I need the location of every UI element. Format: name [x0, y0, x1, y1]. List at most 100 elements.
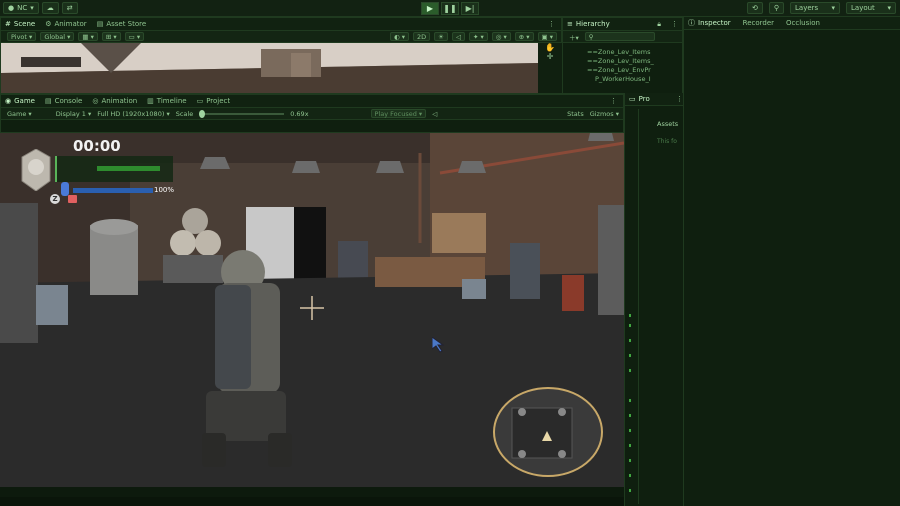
view-options-button[interactable]: ▭ ▾ — [124, 32, 145, 41]
scale-label: Scale — [175, 109, 194, 118]
gizmos-toggle[interactable]: ⊕ ▾ — [514, 32, 534, 41]
energy-percent-label: 100% — [154, 186, 175, 194]
slider-handle[interactable] — [199, 109, 206, 118]
tab-timeline[interactable]: ▥ Timeline — [147, 97, 186, 105]
tab-asset-store[interactable]: ▤ Asset Store — [97, 20, 147, 28]
gizmos-dropdown[interactable]: Gizmos ▾ — [590, 110, 619, 118]
pause-button[interactable]: ❚❚ — [441, 2, 459, 15]
status-bar — [0, 497, 624, 506]
minimap — [493, 387, 603, 477]
pivot-toggle[interactable]: Pivot ▾ — [7, 32, 37, 41]
resolution-dropdown[interactable]: Full HD (1920x1080) ▾ — [97, 110, 170, 118]
game-controls: Game ▾ Display 1 ▾ Full HD (1920x1080) ▾… — [1, 108, 623, 120]
more-menu-icon[interactable]: ⋮ — [671, 20, 678, 28]
project-panel: ▭ Pro ⋮ Assets This fo — [624, 93, 683, 506]
folder-icon: ▭ — [196, 97, 204, 105]
audio-toggle[interactable]: ◁ — [451, 32, 465, 41]
hand-tool-icon[interactable]: ✋ — [538, 43, 562, 52]
step-icon: ▶| — [465, 4, 475, 13]
hud-energy-icon — [61, 182, 69, 196]
lock-icon[interactable]: 🔒︎ — [657, 20, 661, 29]
gamepad-icon: ◉ — [5, 97, 12, 105]
display-dropdown[interactable]: Display 1 ▾ — [56, 110, 92, 118]
play-focused-dropdown[interactable]: Play Focused ▾ — [370, 109, 427, 118]
tab-console[interactable]: ▤ Console — [45, 97, 82, 105]
tab-project[interactable]: ▭ Project — [197, 97, 231, 105]
search-icon: ⚲ — [773, 4, 779, 12]
lighting-toggle[interactable]: ☀ — [434, 32, 448, 41]
draw-mode-button[interactable]: ◐ ▾ — [389, 32, 409, 41]
tab-animator[interactable]: ⚙ Animator — [45, 20, 86, 28]
effects-toggle[interactable]: ✦ ▾ — [468, 32, 488, 41]
global-toggle[interactable]: Global ▾ — [40, 32, 75, 41]
hierarchy-row[interactable]: ==Zone_Lev_Items_ — [563, 57, 682, 66]
more-menu-icon[interactable]: ⋮ — [548, 20, 555, 28]
hierarchy-panel: ≡ Hierarchy 🔒︎ ⋮ ＋▾ ⚲ ==Zone_Lev_Items ==… — [562, 17, 683, 94]
scene-tabbar: # Scene ⚙ Animator ▤ Asset Store ⋮ — [1, 18, 561, 31]
account-button[interactable]: ● NC ▾ — [3, 2, 39, 14]
hidden-objects-toggle[interactable]: ◎ ▾ — [491, 32, 511, 41]
history-button[interactable]: ⟲ — [746, 2, 763, 14]
tab-recorder[interactable]: Recorder — [743, 19, 774, 27]
hierarchy-row[interactable]: ==Zone_Lev_EnvPr — [563, 66, 682, 75]
hud-timer: 00:00 — [73, 137, 121, 155]
play-controls: ▶ ❚❚ ▶| — [421, 2, 479, 15]
hierarchy-tabbar: ≡ Hierarchy 🔒︎ ⋮ — [563, 18, 682, 31]
more-menu-icon[interactable]: ⋮ — [676, 95, 683, 103]
hierarchy-row[interactable]: ==Zone_Lev_Items — [563, 48, 682, 57]
move-tool-icon[interactable]: ✛ — [538, 52, 562, 61]
empty-folder-hint: This fo — [657, 138, 677, 145]
cloud-icon: ☁ — [46, 4, 54, 12]
scene-tools-sidebar: ✋ ✛ — [538, 43, 562, 93]
scene-controls: Pivot ▾ Global ▾ ▦ ▾ ⊞ ▾ ▭ ▾ ◐ ▾ 2D ☀ ◁ … — [1, 31, 561, 43]
project-tabbar: ▭ Pro ⋮ — [625, 93, 683, 106]
chevron-down-icon: ▾ — [30, 4, 34, 12]
step-button[interactable]: ▶| — [461, 2, 479, 15]
stats-button[interactable]: Stats — [567, 110, 584, 118]
tab-occlusion[interactable]: Occlusion — [786, 19, 820, 27]
snap-increment-button[interactable]: ⊞ ▾ — [101, 32, 121, 41]
tab-scene[interactable]: # Scene — [5, 20, 35, 28]
collab-button[interactable]: ⇄ — [61, 2, 78, 14]
hierarchy-row[interactable]: P_WorkerHouse_I — [563, 75, 682, 84]
mouse-cursor-icon — [432, 337, 445, 353]
mute-audio-icon[interactable]: ◁ — [432, 110, 437, 118]
console-icon: ▤ — [44, 97, 52, 105]
search-button[interactable]: ⚲ — [768, 2, 784, 14]
scale-value: 0.69x — [290, 109, 309, 118]
project-tree — [629, 109, 639, 504]
energy-bar — [73, 188, 153, 193]
add-icon[interactable]: ＋▾ — [569, 32, 579, 42]
mode-dropdown[interactable]: Game ▾ — [7, 110, 32, 118]
scene-viewport[interactable] — [1, 43, 538, 93]
layers-dropdown[interactable]: Layers ▾ — [790, 2, 840, 14]
inspector-panel: ⓘ Inspector Recorder Occlusion — [683, 17, 900, 506]
play-button[interactable]: ▶ — [421, 2, 439, 15]
tab-game[interactable]: ◉ Game — [5, 97, 35, 105]
animator-icon: ⚙ — [45, 20, 52, 28]
tab-inspector[interactable]: ⓘ Inspector — [688, 18, 731, 28]
mode-2d-toggle[interactable]: 2D — [412, 32, 431, 41]
inspector-tabbar: ⓘ Inspector Recorder Occlusion — [684, 17, 900, 30]
chevron-down-icon: ▾ — [831, 4, 835, 12]
main-toolbar: ● NC ▾ ☁ ⇄ ▶ ❚❚ ▶| ⟲ ⚲ Layers ▾ Layout ▾ — [0, 0, 900, 17]
pause-icon: ❚❚ — [443, 4, 457, 13]
scale-slider[interactable] — [199, 109, 285, 118]
camera-settings-button[interactable]: ▣ ▾ — [537, 32, 557, 41]
assets-label[interactable]: Assets — [657, 120, 678, 128]
hierarchy-search-bar: ＋▾ ⚲ — [563, 31, 682, 43]
more-menu-icon[interactable]: ⋮ — [610, 97, 617, 105]
tab-animation[interactable]: ◎ Animation — [92, 97, 137, 105]
scene-render — [1, 43, 538, 93]
hierarchy-search-input[interactable]: ⚲ — [584, 32, 655, 41]
folder-icon: ▭ — [629, 95, 636, 103]
layout-dropdown[interactable]: Layout ▾ — [846, 2, 896, 14]
grid-snap-button[interactable]: ▦ ▾ — [78, 32, 98, 41]
list-icon: ≡ — [567, 20, 573, 28]
tab-project-short[interactable]: ▭ Pro — [629, 95, 650, 103]
cloud-button[interactable]: ☁ — [41, 2, 59, 14]
tab-hierarchy[interactable]: ≡ Hierarchy — [567, 20, 610, 28]
animation-icon: ◎ — [92, 97, 99, 105]
scene-panel: # Scene ⚙ Animator ▤ Asset Store ⋮ Pivot ▾ … — [0, 17, 562, 94]
game-viewport[interactable]: 00:00 100% Z — [0, 133, 624, 487]
